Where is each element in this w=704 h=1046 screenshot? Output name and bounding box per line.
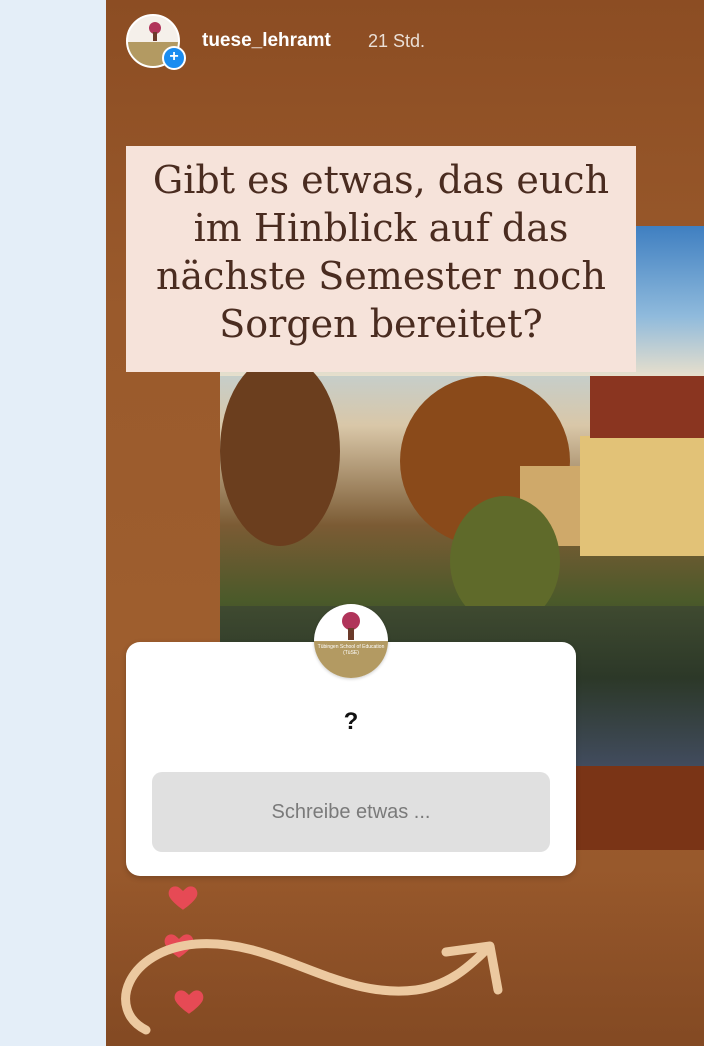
story-timestamp: 21 Std. — [368, 31, 426, 51]
curved-arrow-icon — [121, 939, 503, 1035]
question-text: Gibt es etwas, das euch im Hinblick auf … — [152, 158, 610, 346]
sticker-question-mark: ? — [343, 708, 359, 735]
photo-roof — [590, 376, 704, 438]
sticker-avatar: Tübingen School of Education (TüSE) — [314, 604, 388, 678]
left-margin — [0, 0, 106, 1046]
tree-trunk — [153, 32, 157, 41]
tree-trunk — [348, 628, 354, 640]
photo-building — [580, 436, 704, 556]
story-viewer[interactable]: + tuese_lehramt 21 Std. Gibt es etwas, d… — [106, 0, 704, 1046]
photo-tree — [220, 356, 340, 546]
plus-icon[interactable]: + — [162, 46, 186, 70]
story-username[interactable]: tuese_lehramt — [202, 30, 331, 52]
sticker-avatar-label: Tübingen School of Education (TüSE) — [317, 644, 385, 656]
question-banner: Gibt es etwas, das euch im Hinblick auf … — [126, 146, 636, 372]
reply-input[interactable] — [152, 772, 550, 852]
heart-icon — [168, 886, 198, 910]
